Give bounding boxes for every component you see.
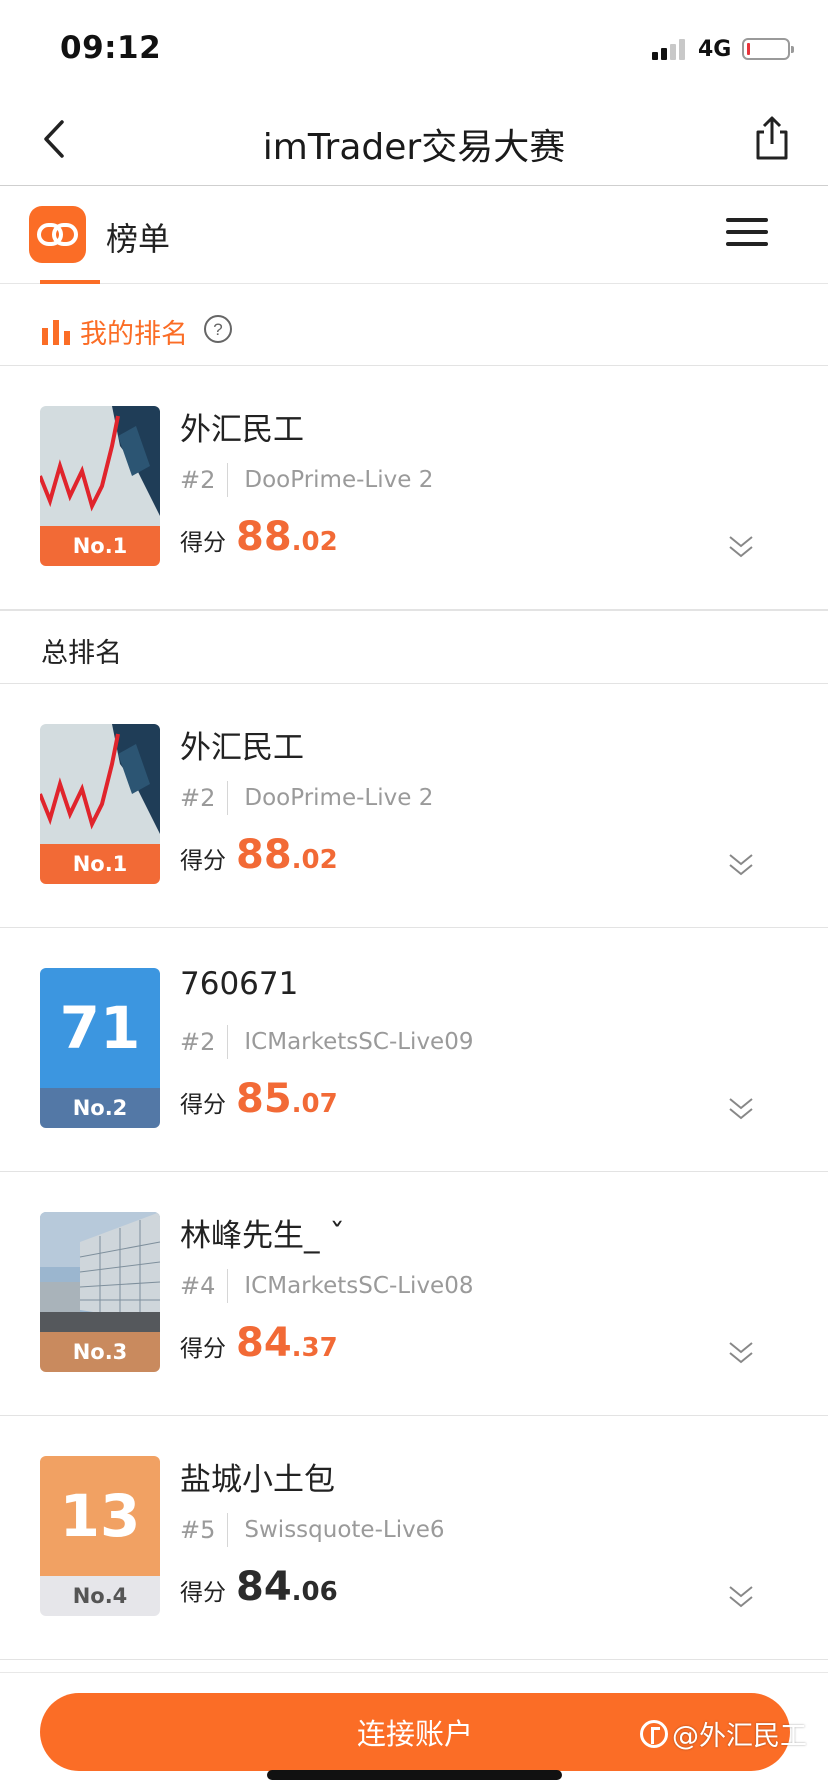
chevron-down-icon[interactable]: [727, 1340, 755, 1366]
score-row: 得分 84 .37: [180, 1320, 338, 1366]
trader-rank: #5: [180, 1516, 216, 1544]
score-integer: 88: [236, 832, 292, 878]
divider: [227, 1025, 229, 1059]
trader-meta: #2 DooPrime-Live 2: [180, 462, 433, 498]
score-label: 得分: [180, 848, 226, 874]
score-row: 得分 85 .07: [180, 1076, 338, 1122]
help-icon[interactable]: ?: [203, 314, 233, 344]
watermark-text: @外汇民工: [672, 1721, 807, 1752]
bar-chart-icon: [42, 320, 70, 345]
score-decimal: .02: [291, 845, 338, 875]
trader-name: 外汇民工: [180, 730, 304, 766]
battery-icon: [742, 38, 794, 60]
avatar-image: [40, 1212, 160, 1332]
score-row: 得分 88 .02: [180, 832, 338, 878]
score-label: 得分: [180, 1092, 226, 1118]
page-title: imTrader交易大赛: [262, 127, 566, 168]
trader-server: DooPrime-Live 2: [244, 467, 434, 493]
status-time: 09:12: [60, 30, 162, 66]
my-rank-card[interactable]: No.1 外汇民工 #2 DooPrime-Live 2 得分 88 .02: [0, 366, 828, 610]
avatar: No.3: [40, 1212, 160, 1372]
chevron-down-icon[interactable]: [727, 1584, 755, 1610]
trader-name: 760671: [180, 966, 299, 1002]
home-indicator: [267, 1770, 562, 1780]
signal-strength-icon: [652, 38, 685, 60]
rank-card-3[interactable]: No.3 林峰先生_ ˇ #4 ICMarketsSC-Live08 得分 84…: [0, 1172, 828, 1416]
score-decimal: .37: [291, 1333, 338, 1363]
score-decimal: .06: [291, 1577, 338, 1607]
tab-leaderboard[interactable]: 榜单: [106, 214, 170, 260]
active-tab-indicator: [40, 280, 100, 284]
score-integer: 84: [236, 1320, 292, 1366]
avatar-initials: 71: [40, 968, 160, 1088]
rank-badge: No.4: [40, 1576, 160, 1616]
trader-name: 林峰先生_ ˇ: [180, 1218, 345, 1254]
my-rank-header: 我的排名 ?: [0, 294, 828, 366]
trader-meta: #2 DooPrime-Live 2: [180, 780, 433, 816]
score-integer: 85: [236, 1076, 292, 1122]
app-logo-icon: [29, 206, 86, 263]
score-label: 得分: [180, 530, 226, 556]
avatar-initials: 13: [40, 1456, 160, 1576]
score-integer: 84: [236, 1564, 292, 1610]
score-row: 得分 88 .02: [180, 514, 338, 560]
trader-name: 盐城小土包: [180, 1462, 335, 1498]
avatar: 13 No.4: [40, 1456, 160, 1616]
trader-server: ICMarketsSC-Live09: [244, 1029, 474, 1055]
trader-meta: #5 Swissquote-Live6: [180, 1512, 444, 1548]
score-label: 得分: [180, 1580, 226, 1606]
score-row: 得分 84 .06: [180, 1564, 338, 1610]
divider: [227, 463, 229, 497]
avatar: No.1: [40, 724, 160, 884]
avatar: No.1: [40, 406, 160, 566]
network-type: 4G: [698, 37, 732, 62]
score-integer: 88: [236, 514, 292, 560]
trader-rank: #2: [180, 1028, 216, 1056]
trader-server: Swissquote-Live6: [244, 1517, 445, 1543]
trader-rank: #4: [180, 1272, 216, 1300]
rank-card-1[interactable]: No.1 外汇民工 #2 DooPrime-Live 2 得分 88 .02: [0, 684, 828, 928]
menu-icon[interactable]: [726, 218, 768, 248]
trader-name: 外汇民工: [180, 412, 304, 448]
rank-badge: No.3: [40, 1332, 160, 1372]
divider: [227, 781, 229, 815]
share-icon[interactable]: [746, 112, 798, 164]
status-bar: 09:12 4G: [0, 0, 828, 96]
rank-badge: No.2: [40, 1088, 160, 1128]
trader-meta: #4 ICMarketsSC-Live08: [180, 1268, 473, 1304]
rank-card-2[interactable]: 71 No.2 760671 #2 ICMarketsSC-Live09 得分 …: [0, 928, 828, 1172]
chevron-down-icon[interactable]: [727, 534, 755, 560]
rank-card-4[interactable]: 13 No.4 盐城小土包 #5 Swissquote-Live6 得分 84 …: [0, 1416, 828, 1660]
rank-badge: No.1: [40, 844, 160, 884]
nav-bar: imTrader交易大赛: [0, 96, 828, 186]
divider: [227, 1269, 229, 1303]
overall-rank-header: 总排名: [0, 610, 828, 684]
avatar-image: [40, 724, 160, 844]
trader-rank: #2: [180, 784, 216, 812]
rank-badge: No.1: [40, 526, 160, 566]
avatar-image: [40, 406, 160, 526]
chevron-down-icon[interactable]: [727, 852, 755, 878]
avatar: 71 No.2: [40, 968, 160, 1128]
watermark: @外汇民工: [640, 1714, 807, 1753]
trader-rank: #2: [180, 466, 216, 494]
my-rank-label: 我的排名: [80, 319, 188, 350]
score-decimal: .07: [291, 1089, 338, 1119]
app-header: 榜单: [0, 186, 828, 284]
score-label: 得分: [180, 1336, 226, 1362]
watermark-logo-icon: [640, 1719, 668, 1748]
score-decimal: .02: [291, 527, 338, 557]
overall-rank-label: 总排名: [41, 638, 122, 669]
divider: [227, 1513, 229, 1547]
trader-server: ICMarketsSC-Live08: [244, 1273, 474, 1299]
chevron-down-icon[interactable]: [727, 1096, 755, 1122]
svg-text:?: ?: [213, 320, 222, 339]
trader-server: DooPrime-Live 2: [244, 785, 434, 811]
trader-meta: #2 ICMarketsSC-Live09: [180, 1024, 473, 1060]
